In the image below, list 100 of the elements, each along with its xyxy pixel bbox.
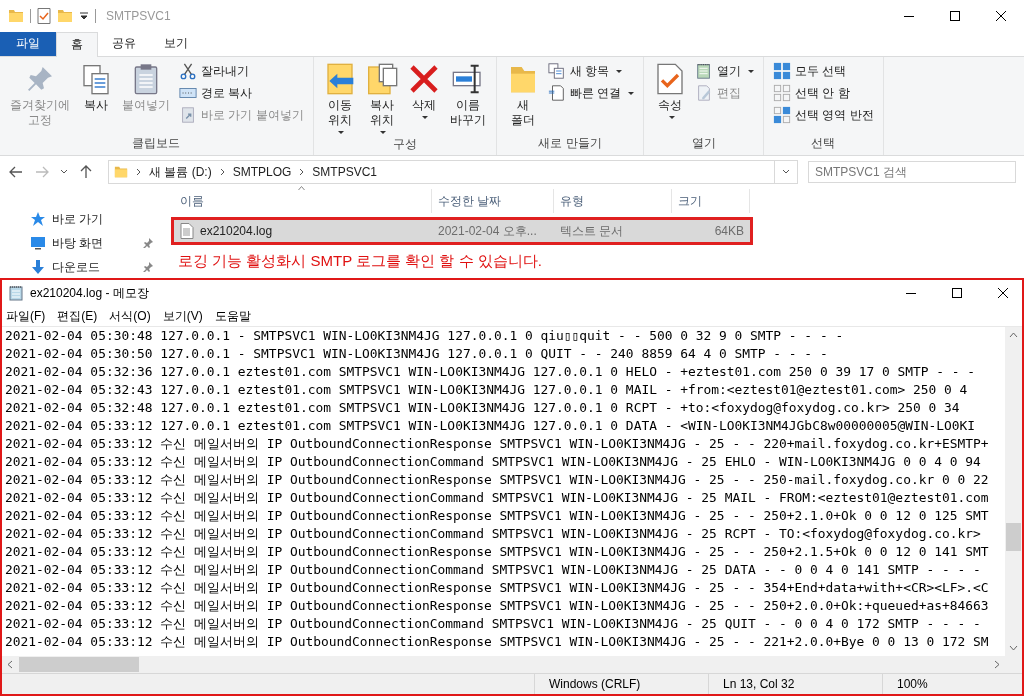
back-arrow-icon[interactable] — [8, 164, 24, 180]
edit-icon — [695, 84, 713, 102]
column-header[interactable]: 크기 — [672, 189, 750, 213]
log-line: 2021-02-04 05:33:12 수신 메일서버의 IP OutboundConnectionCommand SMTPSVC1 WIN-LO0KI3NM4JG - 25 QUIT - - 0 0 4 0 172 SMTP - - - - — [5, 615, 982, 633]
log-line: 2021-02-04 05:33:12 수신 메일서버의 IP OutboundConnectionCommand SMTPSVC1 WIN-LO0KI3NM4JG - 25 RCPT - TO:<foxydog@foxydog.co.kr> — [5, 525, 982, 543]
menu-item[interactable]: 도움말 — [214, 307, 251, 325]
scroll-right-icon[interactable] — [994, 660, 1000, 669]
menu-item[interactable]: 보기(V) — [162, 307, 203, 325]
grid-icon — [773, 106, 791, 124]
pin-icon[interactable] — [143, 262, 153, 272]
scroll-left-icon[interactable] — [7, 660, 13, 669]
modified-date: 2021-02-04 오후... — [438, 222, 537, 240]
ribbon-button[interactable]: 경로 복사 — [176, 83, 307, 103]
log-line: 2021-02-04 05:33:12 수신 메일서버의 IP OutboundConnectionCommand SMTPSVC1 WIN-LO0KI3NM4JG - 25 EHLO - WIN-LO0KI3NM4JG 0 0 4 0 94 — [5, 453, 982, 471]
notepad-icon — [695, 62, 713, 80]
ribbon-button[interactable]: 열기 — [692, 61, 757, 81]
column-header[interactable]: 수정한 날짜 — [432, 189, 554, 213]
group-label: 열기 — [690, 135, 717, 152]
menu-item[interactable]: 파일(F) — [6, 307, 46, 325]
scroll-down-icon[interactable] — [1009, 645, 1018, 651]
log-line: 2021-02-04 05:32:48 127.0.0.1 eztest01.com SMTPSVC1 WIN-LO0KI3NM4JG 127.0.0.1 0 RCPT - +to:<foxydog@foxydog.co.kr> 250 0 34 — [5, 399, 961, 417]
folder-documents-icon — [365, 63, 398, 95]
file-row[interactable]: ex210204.log 2021-02-04 오후... 텍스트 문서 64KB — [174, 220, 750, 242]
grid-icon — [773, 62, 791, 80]
log-line: 2021-02-04 05:32:36 127.0.0.1 eztest01.com SMTPSVC1 WIN-LO0KI3NM4JG 127.0.0.1 0 HELO - +eztest01.com 250 0 39 17 0 SMTP - - - — [5, 363, 977, 381]
ribbon-button[interactable]: 선택 안 함 — [770, 83, 877, 103]
log-line: 2021-02-04 05:33:12 127.0.0.1 eztest01.com SMTPSVC1 WIN-LO0KI3NM4JG 127.0.0.1 0 DATA - <WIN-LO0KI3NM4JGbC8w00000005@WIN-LO0KI — [5, 417, 977, 435]
log-line: 2021-02-04 05:33:12 수신 메일서버의 IP OutboundConnectionResponse SMTPSVC1 WIN-LO0KI3NM4JG - 25 - - 250+2.1.5+Ok 0 0 12 0 141 SMT — [5, 543, 990, 561]
ribbon-tab[interactable]: 공유 — [98, 32, 150, 56]
search-field[interactable]: SMTPSVC1 검색 — [808, 161, 1016, 183]
ribbon-button[interactable]: 잘라내기 — [176, 61, 307, 81]
path-segment[interactable]: 새 볼륨 (D:) — [149, 163, 212, 181]
ribbon-button[interactable]: 복사 — [76, 61, 116, 135]
menu-item[interactable]: 편집(E) — [57, 307, 98, 325]
ribbon-button[interactable]: 삭제 — [403, 61, 444, 136]
document-icon — [547, 84, 566, 102]
annotation-text: 로깅 기능 활성화시 SMTP 로그를 확인 할 수 있습니다. — [177, 252, 543, 271]
notepad-icon — [8, 285, 24, 301]
file-size: 64KB — [714, 224, 744, 238]
window-title: ex210204.log - 메모장 — [30, 284, 150, 302]
star-icon — [30, 211, 46, 227]
ribbon-button[interactable]: 새 항목 — [544, 61, 637, 81]
maximize-icon[interactable] — [952, 288, 962, 298]
maximize-icon[interactable] — [950, 11, 960, 21]
group-label: 구성 — [391, 136, 418, 153]
sort-caret-icon — [298, 185, 305, 192]
nav-item[interactable]: 다운로드 — [52, 258, 100, 276]
ribbon-tab[interactable]: 보기 — [150, 32, 202, 56]
scroll-up-icon[interactable] — [1009, 332, 1018, 338]
log-line: 2021-02-04 05:33:12 수신 메일서버의 IP OutboundConnectionCommand SMTPSVC1 WIN-LO0KI3NM4JG - 25 MAIL - FROM:<eztest01@eztest01.com — [5, 489, 990, 507]
log-line: 2021-02-04 05:33:12 수신 메일서버의 IP OutboundConnectionCommand SMTPSVC1 WIN-LO0KI3NM4JG - 25 DATA - - 0 0 4 0 141 SMTP - - - - — [5, 561, 982, 579]
log-line: 2021-02-04 05:33:12 수신 메일서버의 IP OutboundConnectionResponse SMTPSVC1 WIN-LO0KI3NM4JG - 25 - - 250+2.0.0+Ok:+queued+as+84663 — [5, 597, 990, 615]
new-item-icon — [547, 62, 566, 80]
ribbon-button[interactable]: 속성 — [650, 61, 690, 135]
column-header[interactable]: 유형 — [554, 189, 672, 213]
scrollbar-thumb[interactable] — [19, 657, 139, 672]
up-arrow-icon[interactable] — [78, 164, 94, 180]
file-type: 텍스트 문서 — [560, 222, 624, 240]
pin-icon[interactable] — [143, 238, 153, 248]
ribbon-button[interactable]: 새 폴더 — [502, 61, 543, 135]
column-header[interactable]: 이름 — [174, 189, 432, 213]
menu-item[interactable]: 서식(O) — [109, 307, 151, 325]
close-icon[interactable] — [996, 11, 1006, 21]
customize-caret-icon[interactable] — [79, 11, 89, 21]
close-icon[interactable] — [998, 288, 1008, 298]
dropdown-caret-icon[interactable] — [60, 168, 68, 176]
text-file-icon — [180, 223, 194, 239]
monitor-icon — [30, 235, 46, 251]
log-line: 2021-02-04 05:33:12 수신 메일서버의 IP OutboundConnectionResponse SMTPSVC1 WIN-LO0KI3NM4JG - 25 - - 220+mail.foxydog.co.kr+ESMTP+ — [5, 435, 990, 453]
shortcut-icon — [179, 106, 197, 124]
group-label: 새로 만들기 — [537, 135, 603, 152]
checkmark-document-icon[interactable] — [37, 8, 51, 24]
log-line: 2021-02-04 05:33:12 수신 메일서버의 IP OutboundConnectionResponse SMTPSVC1 WIN-LO0KI3NM4JG - 25 - - 250+2.1.0+Ok 0 0 12 0 125 SMT — [5, 507, 990, 525]
log-line: 2021-02-04 05:33:12 수신 메일서버의 IP OutboundConnectionResponse SMTPSVC1 WIN-LO0KI3NM4JG - 25 - - 250-mail.foxydog.co.kr 0 0 22 — [5, 471, 990, 489]
ribbon-button[interactable]: 복사 위치 — [361, 61, 402, 136]
dropdown-caret-icon[interactable] — [782, 168, 790, 176]
ribbon-button[interactable]: 이동 위치 — [319, 61, 360, 136]
chevron-icon — [219, 168, 225, 176]
path-segment[interactable]: SMTPLOG — [232, 165, 292, 179]
ribbon-tab[interactable]: 파일 — [0, 32, 56, 56]
scissors-icon — [179, 62, 197, 80]
rename-icon — [451, 63, 484, 95]
log-line: 2021-02-04 05:32:43 127.0.0.1 eztest01.com SMTPSVC1 WIN-LO0KI3NM4JG 127.0.0.1 0 MAIL - +from:<eztest01@eztest01.com> 250 0 4 — [5, 381, 969, 399]
log-line: 2021-02-04 05:33:12 수신 메일서버의 IP OutboundConnectionResponse SMTPSVC1 WIN-LO0KI3NM4JG - 25 - - 354+End+data+with+<CR><LF>.<C — [5, 579, 990, 597]
ribbon-button[interactable]: 이름 바꾸기 — [445, 61, 490, 136]
ribbon-button[interactable]: 모두 선택 — [770, 61, 877, 81]
scrollbar-thumb[interactable] — [1006, 523, 1021, 551]
address-bar[interactable]: 새 볼륨 (D:) SMTPLOG SMTPSVC1 — [108, 160, 775, 184]
ribbon-button[interactable]: 빠른 연결 — [544, 83, 637, 103]
window-title: SMTPSVC1 — [106, 9, 172, 23]
nav-item[interactable]: 바로 가기 — [52, 210, 104, 228]
status-text: Ln 13, Col 32 — [708, 674, 882, 694]
nav-item[interactable]: 바탕 화면 — [52, 234, 104, 252]
ribbon-tab[interactable]: 홈 — [56, 32, 98, 57]
ribbon-button[interactable]: 선택 영역 반전 — [770, 105, 877, 125]
log-line: 2021-02-04 05:33:12 수신 메일서버의 IP OutboundConnectionResponse SMTPSVC1 WIN-LO0KI3NM4JG - 25 - - 221+2.0.0+Bye 0 0 13 0 172 SM — [5, 633, 990, 651]
log-line: 2021-02-04 05:30:50 127.0.0.1 - SMTPSVC1 WIN-LO0KI3NM4JG 127.0.0.1 0 QUIT - - 240 8859 64 4 0 SMTP - - - - — [5, 345, 829, 363]
path-segment[interactable]: SMTPSVC1 — [312, 165, 378, 179]
group-label: 선택 — [810, 135, 837, 152]
file-name: ex210204.log — [200, 224, 273, 238]
